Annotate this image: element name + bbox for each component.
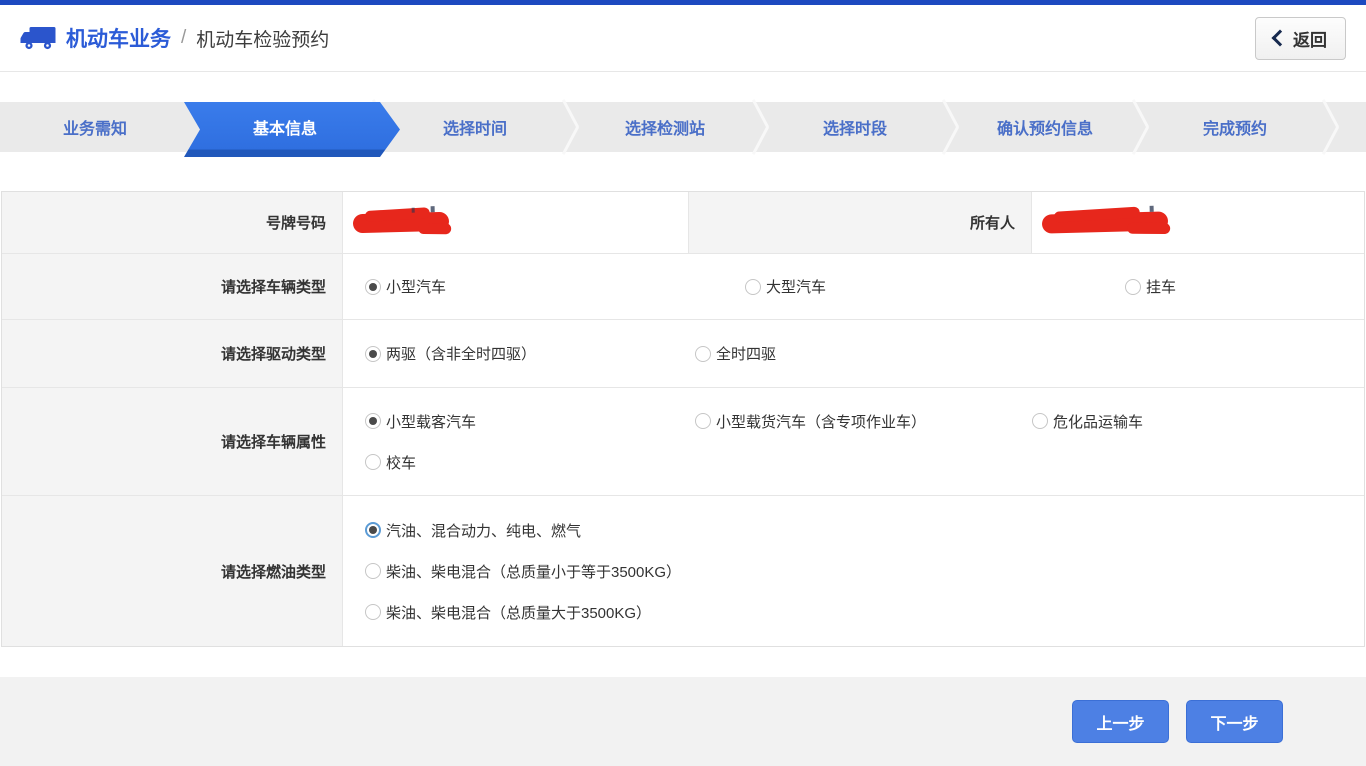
radio-option[interactable]: 全时四驱	[695, 343, 776, 364]
radio-option[interactable]: 小型载客汽车	[365, 411, 695, 432]
form-rows: 请选择车辆类型小型汽车大型汽车挂车请选择驱动类型两驱（含非全时四驱）全时四驱请选…	[2, 254, 1364, 646]
radio-option[interactable]: 柴油、柴电混合（总质量大于3500KG）	[365, 602, 651, 623]
radio-selected-icon[interactable]	[365, 346, 381, 362]
back-button[interactable]: 返回	[1255, 17, 1346, 60]
radio-option[interactable]: 危化品运输车	[1032, 411, 1143, 432]
form-row-label: 请选择燃油类型	[2, 496, 343, 646]
step-tab-7[interactable]: 完成预约	[1140, 102, 1330, 152]
step-tab-label: 选择时间	[443, 115, 507, 139]
radio-option[interactable]: 汽油、混合动力、纯电、燃气	[365, 520, 581, 541]
radio-option-label: 小型载客汽车	[386, 411, 476, 432]
form-row-options: 小型载客汽车 小型载货汽车（含专项作业车） 危化品运输车校车	[343, 388, 1364, 495]
form-row-drive-type: 请选择驱动类型 两驱（含非全时四驱） 全时四驱	[2, 320, 1364, 388]
radio-option-label: 汽油、混合动力、纯电、燃气	[386, 520, 581, 541]
bottom-action-bar: 上一步 下一步	[0, 677, 1366, 766]
radio-option-label: 全时四驱	[716, 343, 776, 364]
steps-bar-filler	[1330, 102, 1366, 152]
radio-unselected-icon[interactable]	[365, 454, 381, 470]
form-row-vehicle-attr: 请选择车辆属性 小型载客汽车 小型载货汽车（含专项作业车） 危化品运输车校车	[2, 388, 1364, 496]
radio-option-label: 大型汽车	[766, 276, 826, 297]
truck-icon	[20, 24, 56, 52]
steps-bar: 业务需知 基本信息 选择时间 选择检测站 选择时段 确认预约信息 完成预约	[0, 102, 1366, 152]
radio-unselected-icon[interactable]	[1125, 279, 1141, 295]
radio-option[interactable]: 柴油、柴电混合（总质量小于等于3500KG）	[365, 561, 681, 582]
basic-info-form: 号牌号码 所有人 请选择车辆类型小型汽车大型汽车挂车请选择驱动类型两驱（含非全时…	[1, 191, 1365, 647]
radio-unselected-icon[interactable]	[745, 279, 761, 295]
radio-unselected-icon[interactable]	[1032, 413, 1048, 429]
form-row-options: 汽油、混合动力、纯电、燃气柴油、柴电混合（总质量小于等于3500KG） 柴油、柴电…	[343, 496, 1364, 646]
radio-option-label: 柴油、柴电混合（总质量小于等于3500KG）	[386, 561, 681, 582]
form-row-label: 请选择车辆属性	[2, 388, 343, 495]
prev-step-button[interactable]: 上一步	[1072, 700, 1169, 743]
owner-value-cell	[1032, 192, 1364, 253]
plate-number-redaction	[353, 212, 449, 234]
radio-unselected-icon[interactable]	[365, 563, 381, 579]
form-row-label: 请选择车辆类型	[2, 254, 343, 319]
radio-option[interactable]: 两驱（含非全时四驱）	[365, 343, 695, 364]
form-row-options: 小型汽车 大型汽车 挂车	[343, 254, 1364, 319]
step-tab-label: 确认预约信息	[997, 115, 1093, 139]
option-line: 校车	[365, 442, 1364, 483]
step-tab-6[interactable]: 确认预约信息	[950, 102, 1140, 152]
step-tab-label: 选择检测站	[625, 115, 705, 139]
step-tab-5[interactable]: 选择时段	[760, 102, 950, 152]
radio-option[interactable]: 大型汽车	[745, 276, 1125, 297]
radio-option[interactable]: 小型汽车	[365, 276, 745, 297]
radio-unselected-icon[interactable]	[695, 413, 711, 429]
main-content: 号牌号码 所有人 请选择车辆类型小型汽车大型汽车挂车请选择驱动类型两驱（含非全时…	[0, 191, 1366, 647]
step-tab-label: 完成预约	[1203, 115, 1267, 139]
plate-number-value-cell	[343, 192, 689, 253]
back-chevron-icon	[1272, 30, 1289, 47]
form-row-label: 请选择驱动类型	[2, 320, 343, 387]
radio-option[interactable]: 挂车	[1125, 276, 1176, 297]
radio-option-label: 柴油、柴电混合（总质量大于3500KG）	[386, 602, 651, 623]
step-tab-label: 基本信息	[253, 115, 317, 139]
radio-selected-icon[interactable]	[365, 413, 381, 429]
step-tab-label: 业务需知	[63, 115, 127, 139]
form-row-vehicle-type: 请选择车辆类型 小型汽车 大型汽车 挂车	[2, 254, 1364, 320]
breadcrumb-root-link[interactable]: 机动车业务	[66, 23, 171, 53]
breadcrumb-separator: /	[181, 27, 186, 49]
option-line: 柴油、柴电混合（总质量小于等于3500KG）	[365, 551, 1364, 592]
radio-option[interactable]: 校车	[365, 452, 416, 473]
breadcrumb: 机动车业务 / 机动车检验预约	[20, 23, 329, 53]
radio-option-label: 小型汽车	[386, 276, 446, 297]
radio-option-label: 危化品运输车	[1053, 411, 1143, 432]
owner-redaction	[1042, 211, 1168, 233]
radio-option[interactable]: 小型载货汽车（含专项作业车）	[695, 411, 1032, 432]
plate-number-label: 号牌号码	[2, 192, 343, 253]
form-row-plate-owner: 号牌号码 所有人	[2, 192, 1364, 254]
option-line: 两驱（含非全时四驱） 全时四驱	[365, 333, 1364, 374]
radio-option-label: 挂车	[1146, 276, 1176, 297]
step-tab-2[interactable]: 基本信息	[190, 102, 380, 152]
form-row-options: 两驱（含非全时四驱） 全时四驱	[343, 320, 1364, 387]
radio-option-label: 两驱（含非全时四驱）	[386, 343, 536, 364]
radio-selected-icon[interactable]	[365, 279, 381, 295]
owner-label: 所有人	[689, 192, 1032, 253]
option-line: 汽油、混合动力、纯电、燃气	[365, 510, 1364, 551]
option-line: 小型汽车 大型汽车 挂车	[365, 266, 1364, 307]
next-step-button[interactable]: 下一步	[1186, 700, 1283, 743]
page-title: 机动车检验预约	[196, 25, 329, 52]
radio-unselected-icon[interactable]	[365, 604, 381, 620]
radio-option-label: 小型载货汽车（含专项作业车）	[716, 411, 926, 432]
back-button-label: 返回	[1293, 26, 1327, 51]
radio-unselected-icon[interactable]	[695, 346, 711, 362]
step-tab-label: 选择时段	[823, 115, 887, 139]
page-header: 机动车业务 / 机动车检验预约 返回	[0, 5, 1366, 72]
step-tab-3[interactable]: 选择时间	[380, 102, 570, 152]
form-row-fuel-type: 请选择燃油类型汽油、混合动力、纯电、燃气柴油、柴电混合（总质量小于等于3500K…	[2, 496, 1364, 646]
option-line: 小型载客汽车 小型载货汽车（含专项作业车） 危化品运输车	[365, 401, 1364, 442]
option-line: 柴油、柴电混合（总质量大于3500KG）	[365, 592, 1364, 633]
radio-option-label: 校车	[386, 452, 416, 473]
step-tab-4[interactable]: 选择检测站	[570, 102, 760, 152]
step-tab-1[interactable]: 业务需知	[0, 102, 190, 152]
radio-selected-icon[interactable]	[365, 522, 381, 538]
